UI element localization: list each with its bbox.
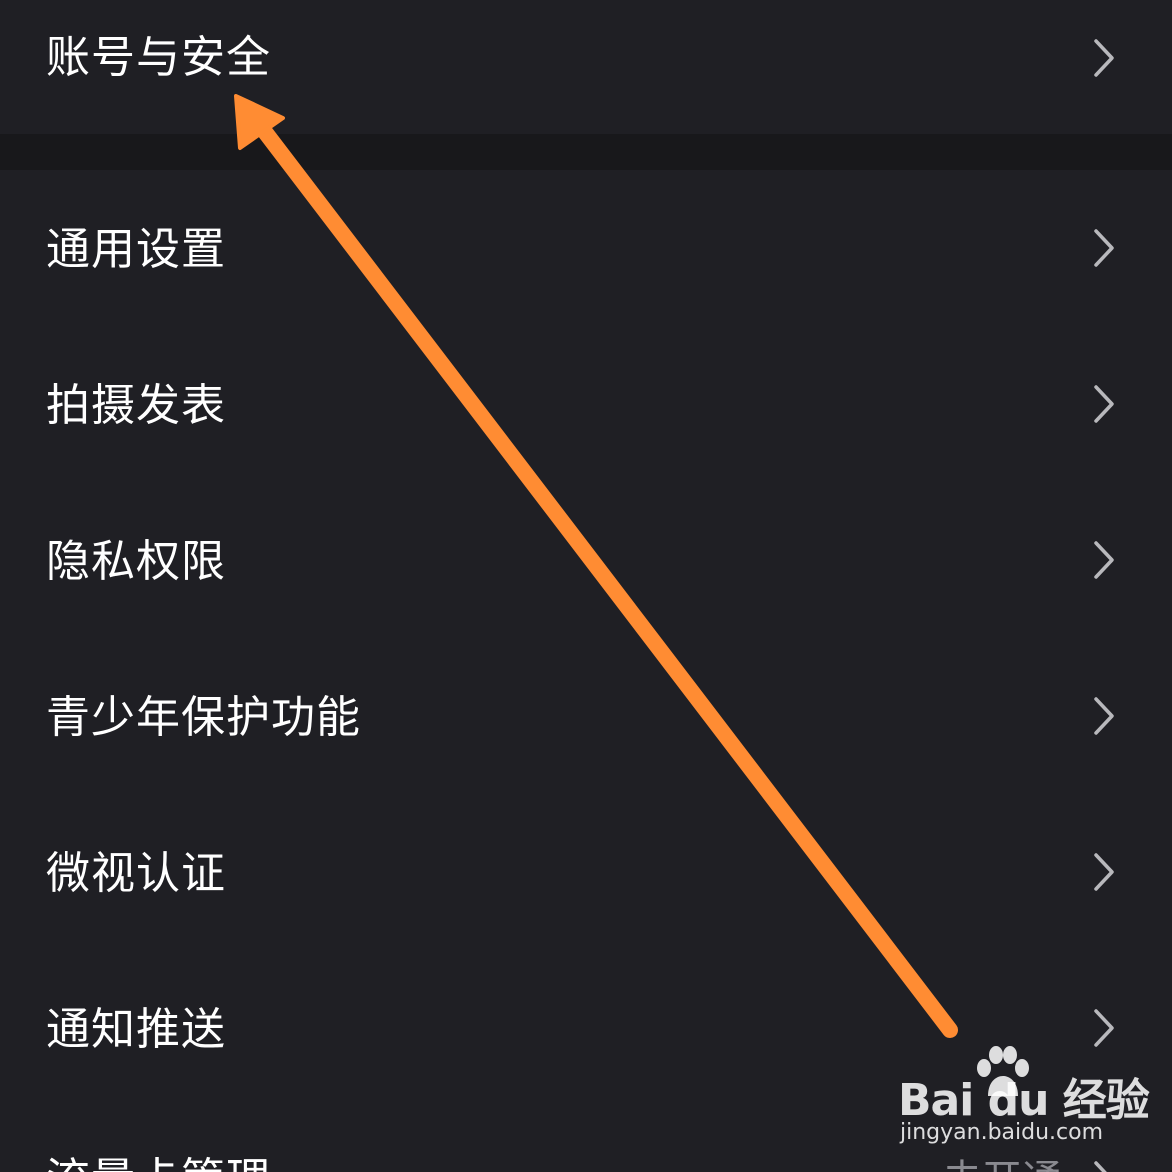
- settings-item-general[interactable]: 通用设置: [0, 170, 1172, 326]
- settings-item-shoot-publish[interactable]: 拍摄发表: [0, 326, 1172, 482]
- watermark-url: jingyan.baidu.com: [900, 1120, 1104, 1145]
- settings-item-label: 隐私权限: [46, 536, 226, 587]
- chevron-right-icon: [1092, 696, 1116, 736]
- settings-item-value: 未开通: [942, 1160, 1062, 1172]
- chevron-right-icon: [1092, 38, 1116, 78]
- settings-item-account-security[interactable]: 账号与安全: [0, 0, 1172, 134]
- settings-item-privacy[interactable]: 隐私权限: [0, 482, 1172, 638]
- watermark-logo: Bai du 经验: [898, 1075, 1150, 1126]
- settings-item-youth-protection[interactable]: 青少年保护功能: [0, 638, 1172, 794]
- settings-list: 账号与安全 通用设置 拍摄发表 隐私权限 青少年保护功能 微视认证 通知推送: [0, 0, 1172, 1172]
- settings-item-label: 拍摄发表: [46, 380, 226, 431]
- settings-item-label: 账号与安全: [46, 32, 271, 83]
- settings-item-label: 通知推送: [46, 1004, 226, 1055]
- chevron-right-icon: [1092, 228, 1116, 268]
- settings-item-verification[interactable]: 微视认证: [0, 794, 1172, 950]
- chevron-right-icon: [1092, 540, 1116, 580]
- chevron-right-icon: [1092, 852, 1116, 892]
- chevron-right-icon: [1092, 1008, 1116, 1048]
- settings-item-label: 微视认证: [46, 848, 226, 899]
- settings-item-label: 青少年保护功能: [46, 692, 361, 743]
- chevron-right-icon: [1092, 1160, 1116, 1172]
- watermark: Bai du 经验 jingyan.baidu.com: [898, 1046, 1150, 1156]
- chevron-right-icon: [1092, 384, 1116, 424]
- settings-item-label: 通用设置: [46, 224, 226, 275]
- settings-item-label: 流量卡管理: [46, 1158, 271, 1172]
- section-divider: [0, 134, 1172, 170]
